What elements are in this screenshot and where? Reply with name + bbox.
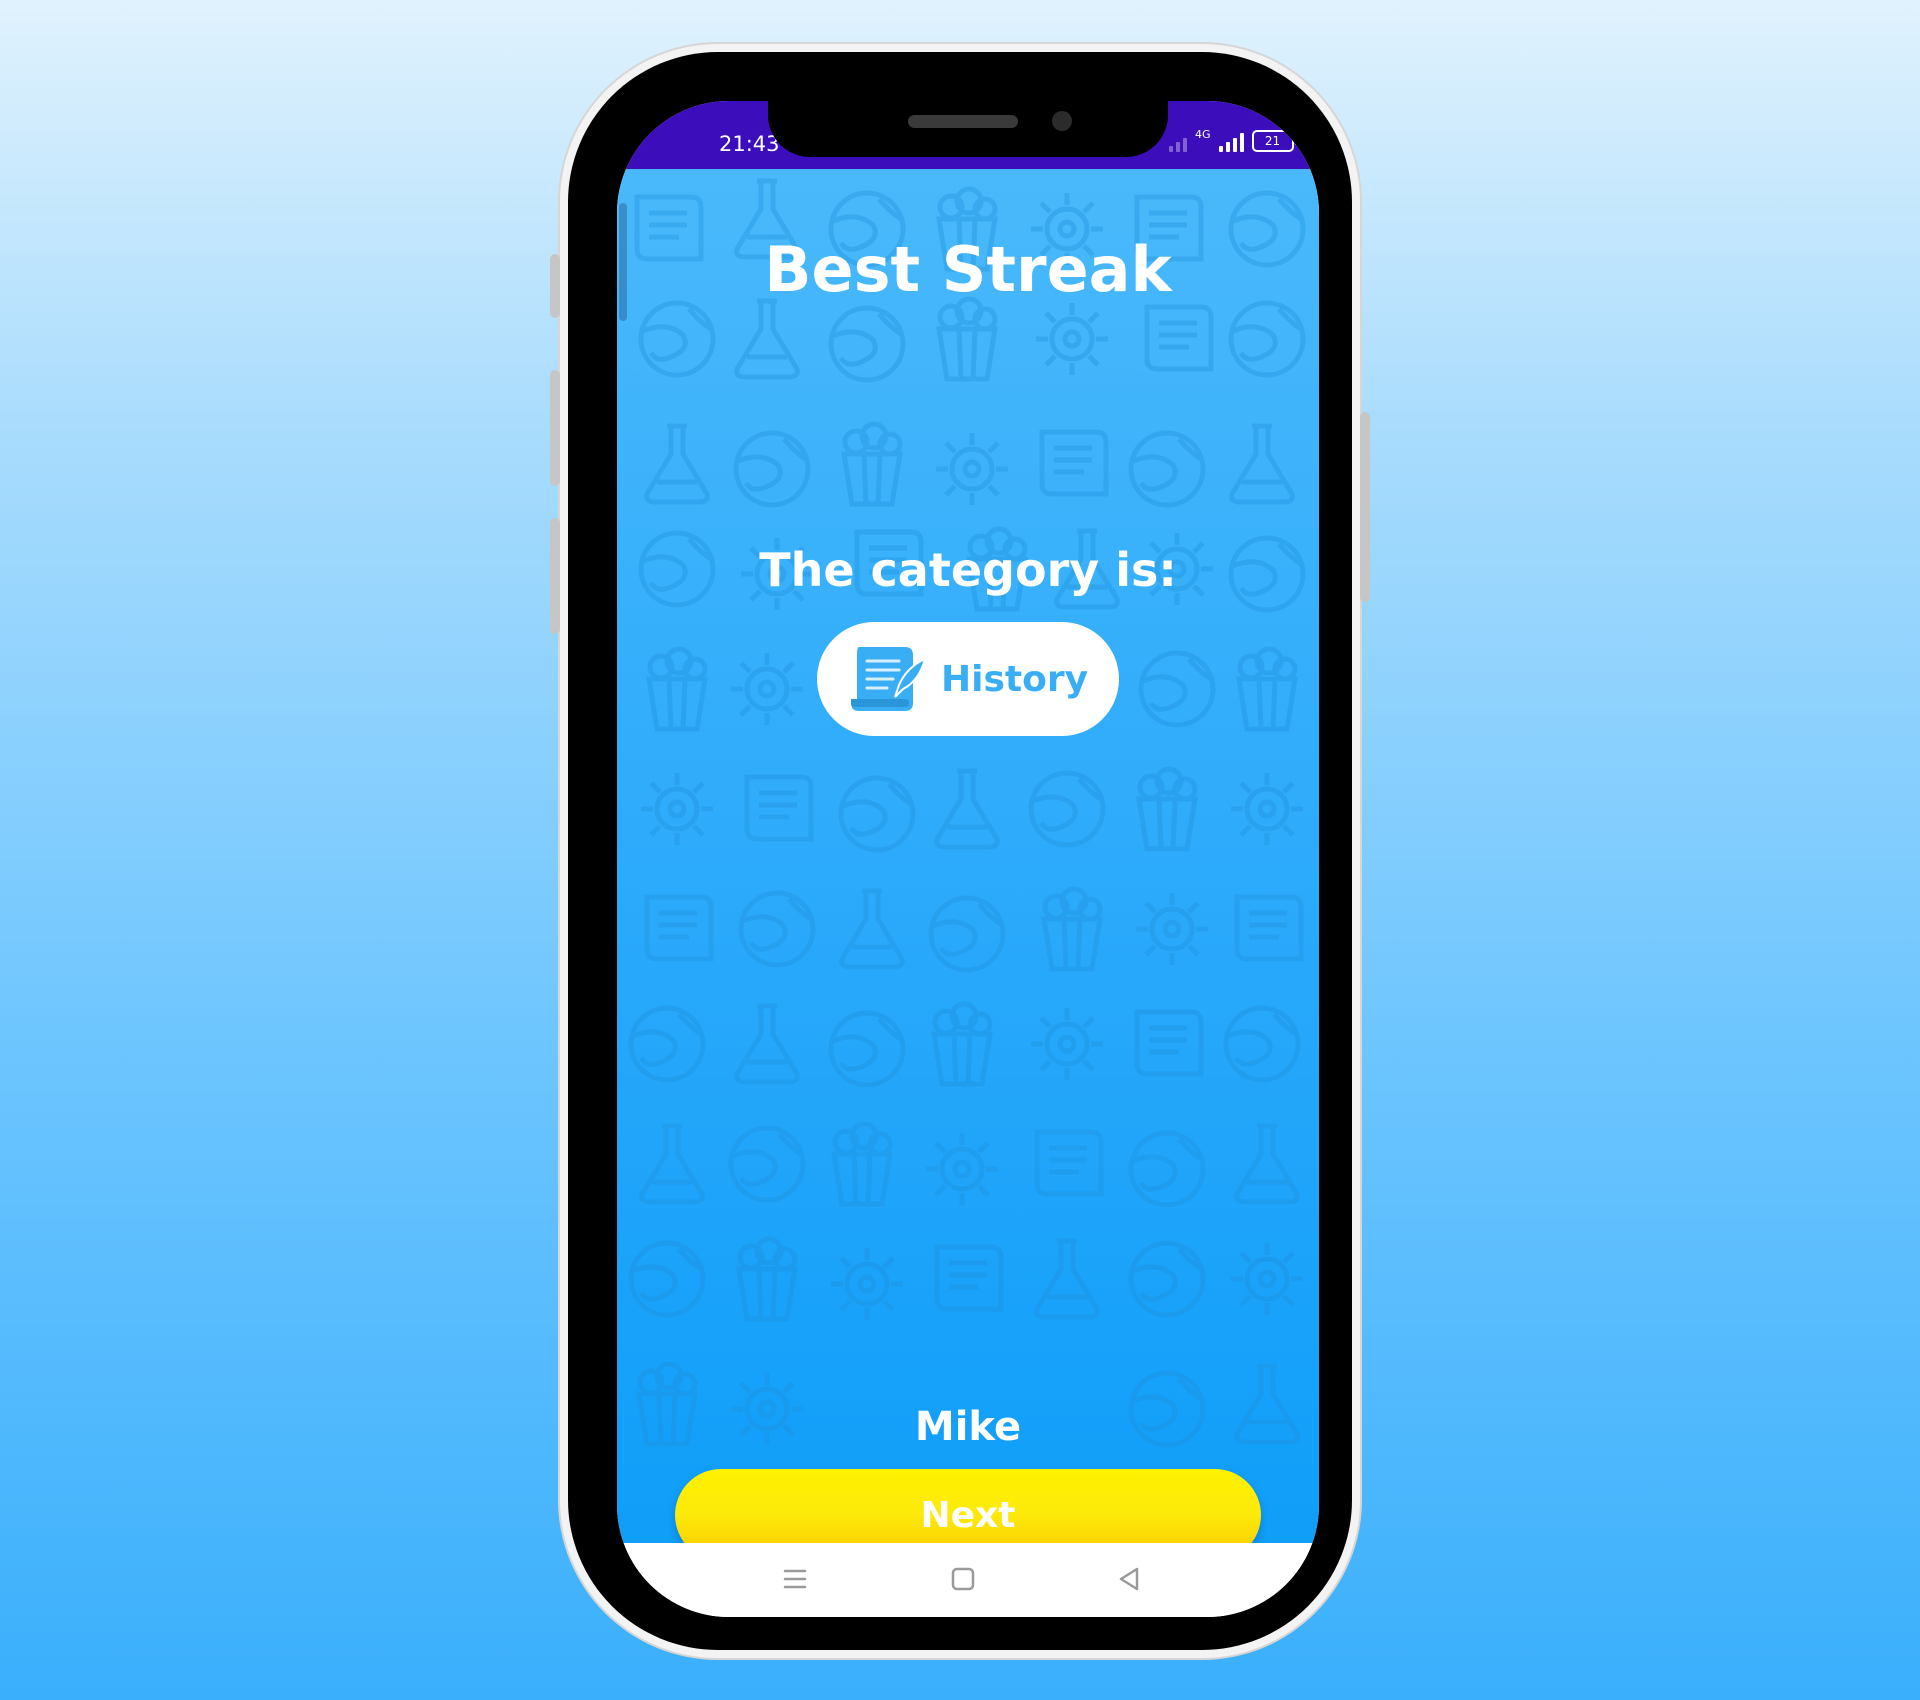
menu-icon <box>783 1569 807 1589</box>
notch <box>768 101 1168 157</box>
game-mode-title: Best Streak <box>764 233 1172 306</box>
speaker-grille <box>908 115 1018 128</box>
home-button[interactable] <box>941 1557 985 1601</box>
category-label: History <box>941 658 1089 700</box>
home-square-icon <box>951 1567 975 1591</box>
scroll-quill-icon <box>851 647 927 711</box>
status-indicators: 4G 21 <box>1169 128 1298 152</box>
navigation-bar <box>617 1543 1319 1617</box>
category-badge[interactable]: History <box>817 622 1119 736</box>
signal-strength-icon <box>1218 132 1244 152</box>
front-camera <box>1052 111 1072 131</box>
volume-up-button <box>550 370 560 486</box>
battery-level: 21 <box>1264 134 1281 148</box>
battery-icon: 21 <box>1251 130 1298 152</box>
phone-screen: 21:43 4G 21 Best Streak The category is:… <box>617 101 1319 1617</box>
back-button[interactable] <box>1107 1557 1151 1601</box>
category-prompt: The category is: <box>759 543 1177 597</box>
background-pattern <box>617 169 1319 1543</box>
power-button <box>550 254 560 318</box>
status-time: 21:43 <box>719 132 780 156</box>
next-button[interactable]: Next <box>675 1469 1261 1543</box>
signal-icon <box>1169 132 1187 152</box>
phone-bezel: 21:43 4G 21 Best Streak The category is:… <box>568 52 1352 1650</box>
game-screen: Best Streak The category is: History Mik… <box>617 169 1319 1543</box>
volume-down-button <box>550 518 560 634</box>
side-key <box>1360 412 1370 602</box>
menu-button[interactable] <box>773 1557 817 1601</box>
network-type: 4G <box>1195 128 1211 141</box>
phone-frame: 21:43 4G 21 Best Streak The category is:… <box>550 44 1370 1658</box>
player-name: Mike <box>914 1404 1022 1450</box>
back-triangle-icon <box>1119 1567 1139 1591</box>
